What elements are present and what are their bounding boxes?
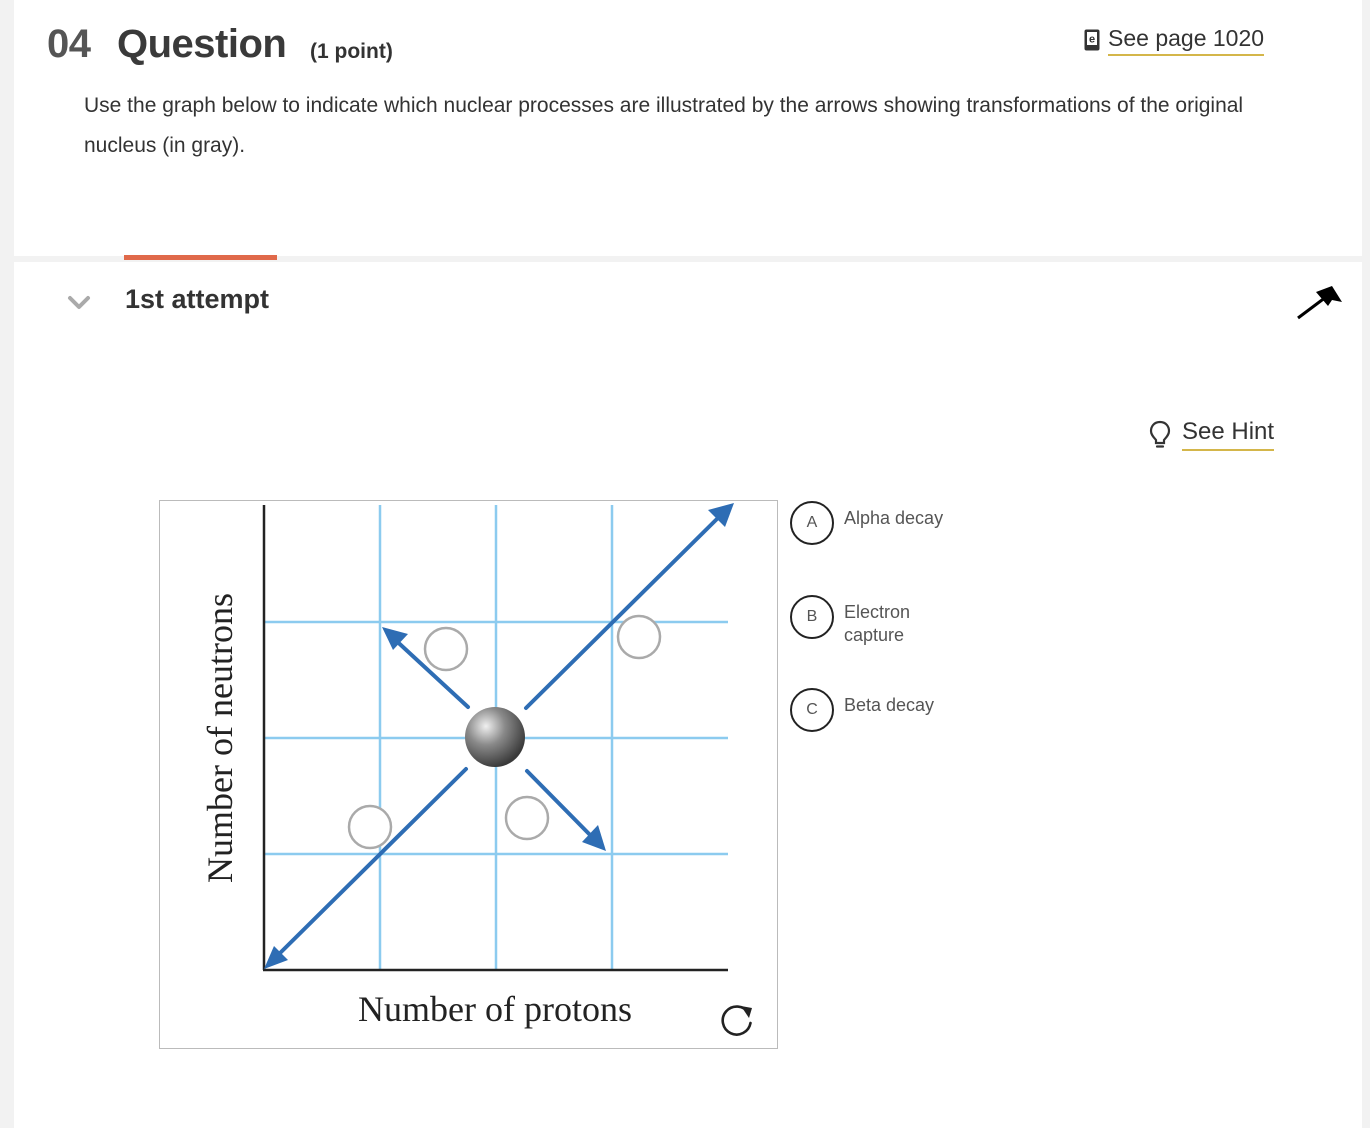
drop-target-lower-right [504, 795, 550, 841]
ebook-icon: e [1084, 29, 1100, 51]
drop-target-upper-right [616, 614, 662, 660]
y-axis-label: Number of neutrons [200, 593, 240, 883]
choice-a[interactable]: A Alpha decay [790, 501, 954, 545]
choice-c-letter[interactable]: C [790, 688, 834, 732]
choice-c[interactable]: C Beta decay [790, 688, 954, 732]
choice-b-label: Electron capture [844, 602, 911, 645]
see-hint-label: See Hint [1182, 418, 1275, 451]
drop-target-upper-left [423, 626, 469, 672]
question-prompt: Use the graph below to indicate which nu… [84, 94, 1244, 157]
reset-icon[interactable] [721, 1005, 752, 1036]
arrow-up-right [524, 508, 728, 710]
choice-b-letter[interactable]: B [790, 595, 834, 639]
choice-b[interactable]: B Electron capture [790, 595, 954, 647]
see-page-label: See page 1020 [1108, 25, 1265, 56]
arrow-cursor-icon [1297, 286, 1342, 320]
svg-text:e: e [1089, 34, 1095, 46]
nuclear-process-graph: Number of protons Number of neutrons [159, 500, 778, 1049]
question-points: (1 point) [310, 40, 393, 63]
drop-target-lower-left [347, 804, 393, 850]
original-nucleus [465, 707, 525, 767]
choice-a-label: Alpha decay [844, 508, 944, 528]
chevron-down-icon[interactable] [66, 290, 92, 316]
attempt-label: 1st attempt [125, 284, 270, 314]
lightbulb-icon [1149, 420, 1171, 448]
choice-a-letter[interactable]: A [790, 501, 834, 545]
question-number: 04 [47, 22, 91, 66]
see-page-link[interactable]: e See page 1020 [1084, 24, 1265, 56]
question-title: Question [117, 22, 287, 66]
see-hint-link[interactable]: See Hint [1148, 418, 1275, 451]
attempt-tab-indicator [124, 255, 277, 260]
choice-c-label: Beta decay [844, 695, 935, 715]
x-axis-label: Number of protons [358, 989, 632, 1029]
arrow-down-left [270, 767, 468, 963]
